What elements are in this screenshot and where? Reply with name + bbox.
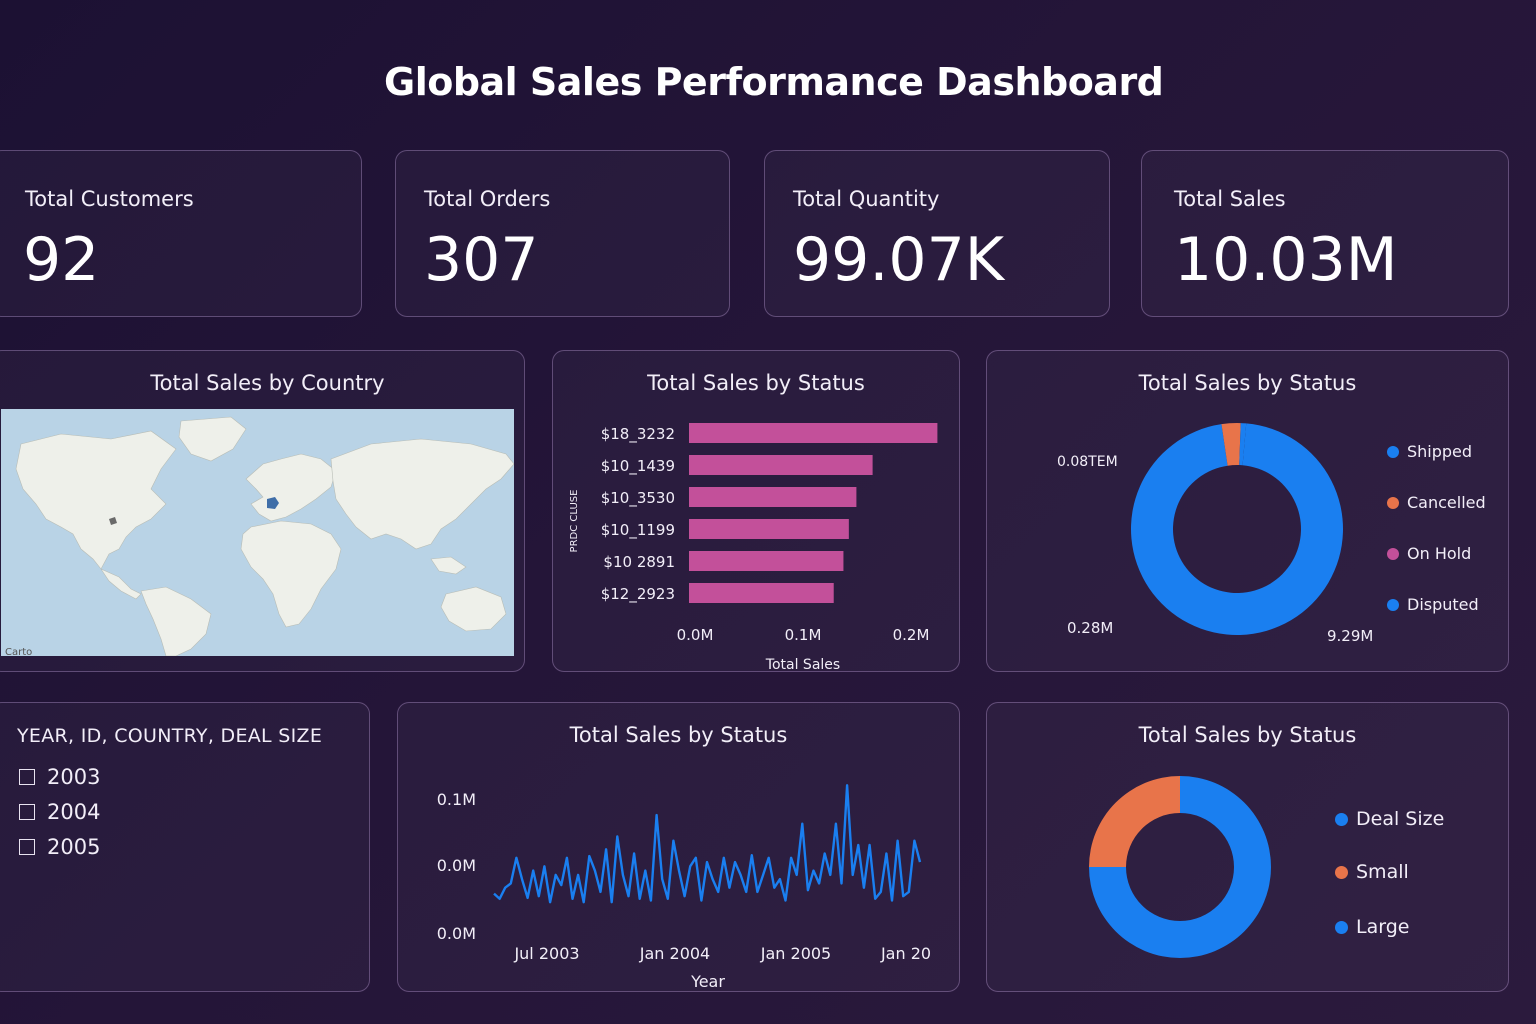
kpi-label: Total Quantity: [793, 187, 940, 211]
x-tick-label: Jan 2005: [760, 944, 831, 963]
y-tick-label: 0.0M: [437, 856, 476, 875]
x-tick-label: 0.2M: [893, 626, 930, 644]
line-chart-panel: Total Sales by Status 0.1M 0.0M 0.0M Jul 20…: [397, 702, 960, 992]
map-credit: Carto: [5, 647, 32, 656]
bar[interactable]: [689, 519, 849, 539]
checkbox[interactable]: [19, 839, 35, 855]
legend-item-on-hold[interactable]: On Hold: [1387, 544, 1471, 563]
bar[interactable]: [689, 583, 834, 603]
donut-chart-status: 0.08TEM 0.28M 9.29M: [1057, 423, 1373, 645]
y-tick-label: 0.0M: [437, 924, 476, 943]
legend-dot: [1335, 920, 1348, 934]
bar-category-label: $10 2891: [603, 553, 675, 571]
legend-label: Large: [1356, 916, 1410, 938]
y-tick-label: 0.1M: [437, 790, 476, 809]
bar[interactable]: [689, 423, 938, 443]
legend-label: Disputed: [1407, 595, 1479, 614]
world-map[interactable]: Carto: [1, 409, 514, 656]
legend-item-cancelled[interactable]: Cancelled: [1387, 493, 1486, 512]
checkbox[interactable]: [19, 769, 35, 785]
legend-label: Cancelled: [1407, 493, 1486, 512]
legend-label: Small: [1356, 861, 1409, 883]
x-tick-label: 0.1M: [785, 626, 822, 644]
x-tick-label: Jul 2003: [513, 944, 579, 963]
legend-label: Shipped: [1407, 442, 1473, 461]
donut-chart-panel-deal-size: Total Sales by Status Deal Size Small La…: [986, 702, 1509, 992]
checkbox[interactable]: [19, 804, 35, 820]
kpi-value: 10.03M: [1174, 225, 1398, 295]
line-chart: 0.1M 0.0M 0.0M Jul 2003 Jan 2004 Jan 2005 Jan …: [437, 784, 931, 991]
bar-category-label: $12_2923: [601, 585, 675, 604]
bar-category-label: $10_1199: [601, 521, 675, 540]
kpi-card-sales: Total Sales 10.03M: [1141, 150, 1509, 317]
x-tick-label: 0.0M: [677, 626, 714, 644]
filter-option-label: 2004: [47, 800, 101, 824]
line-series[interactable]: [493, 784, 922, 904]
kpi-value: 307: [424, 225, 539, 295]
legend-dot: [1335, 812, 1348, 826]
legend-item-deal-size[interactable]: Deal Size: [1335, 808, 1444, 830]
kpi-label: Total Customers: [25, 187, 194, 211]
legend-item-disputed[interactable]: Disputed: [1387, 595, 1479, 614]
filter-option-2005[interactable]: 2005: [19, 835, 100, 859]
donut-value-label: 0.28M: [1067, 619, 1113, 637]
bar-chart: $18_3232 $10_1439 $10_3530 $10_1199 $10 2891…: [569, 423, 938, 673]
donut-value-label: 9.29M: [1327, 627, 1373, 645]
map-panel: Total Sales by Country Carto: [0, 350, 525, 672]
bar-category-label: $10_3530: [601, 489, 675, 508]
page-title: Global Sales Performance Dashboard: [384, 60, 1164, 104]
legend-dot: [1387, 445, 1399, 458]
legend-dot: [1387, 496, 1399, 509]
filter-panel: YEAR, ID, COUNTRY, DEAL SIZE 2003 2004 2…: [0, 702, 370, 992]
bar[interactable]: [689, 455, 873, 475]
x-tick-label: Jan 2004: [639, 944, 710, 963]
bar[interactable]: [689, 487, 857, 507]
x-axis-label: Year: [690, 972, 725, 991]
donut-chart-panel-status: Total Sales by Status 0.08TEM 0.28M 9.29M …: [986, 350, 1509, 672]
bar-category-label: $18_3232: [601, 425, 675, 444]
panel-title: Total Sales by Country: [150, 371, 385, 395]
kpi-value: 99.07K: [793, 225, 1005, 295]
kpi-label: Total Sales: [1174, 187, 1286, 211]
filter-option-2003[interactable]: 2003: [19, 765, 100, 789]
legend-label: Deal Size: [1356, 808, 1445, 830]
legend-dot: [1335, 865, 1348, 879]
kpi-value: 92: [23, 225, 100, 295]
kpi-card-orders: Total Orders 307: [395, 150, 730, 317]
bar[interactable]: [689, 551, 844, 571]
legend-item-large[interactable]: Large: [1335, 916, 1409, 938]
legend-label: On Hold: [1407, 544, 1472, 563]
bar-category-label: $10_1439: [601, 457, 675, 476]
legend-dot: [1387, 598, 1399, 611]
donut-chart-deal-size: [1089, 776, 1271, 958]
donut-slice-small[interactable]: [1089, 776, 1180, 867]
y-axis-label: PRDC CLUSE: [569, 490, 580, 553]
legend-item-shipped[interactable]: Shipped: [1387, 442, 1472, 461]
kpi-card-quantity: Total Quantity 99.07K: [764, 150, 1110, 317]
legend-dot: [1387, 547, 1399, 560]
kpi-label: Total Orders: [424, 187, 551, 211]
bar-chart-panel: Total Sales by Status $18_3232 $10_1439 $1…: [552, 350, 960, 673]
x-tick-label: Jan 20: [880, 944, 931, 963]
filter-option-label: 2005: [47, 835, 101, 859]
legend-item-small[interactable]: Small: [1335, 861, 1409, 883]
x-axis-label: Total Sales: [765, 657, 840, 673]
filter-title: YEAR, ID, COUNTRY, DEAL SIZE: [17, 725, 323, 747]
donut-value-label: 0.08TEM: [1057, 454, 1118, 470]
filter-option-2004[interactable]: 2004: [19, 800, 100, 824]
filter-option-label: 2003: [47, 765, 101, 789]
kpi-card-customers: Total Customers 92: [0, 150, 362, 317]
dashboard-page: Global Sales Performance Dashboard Total…: [0, 0, 1536, 1024]
